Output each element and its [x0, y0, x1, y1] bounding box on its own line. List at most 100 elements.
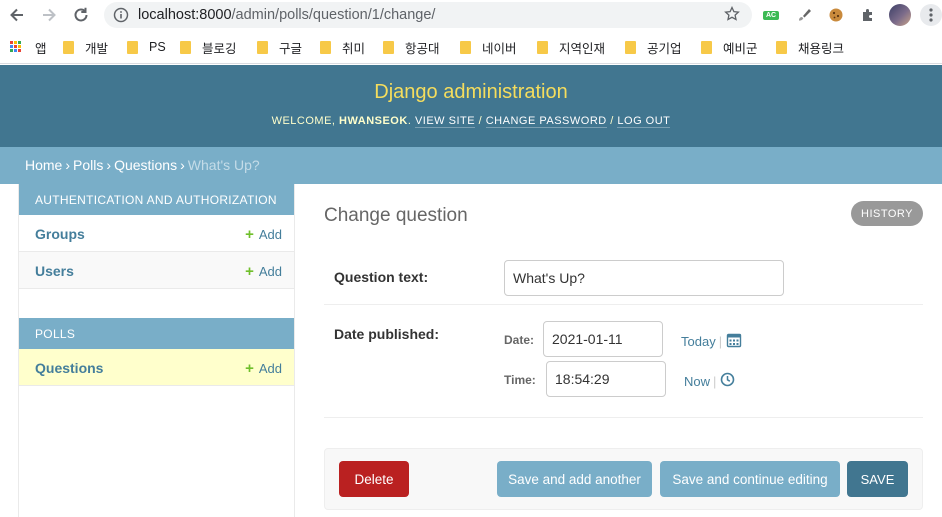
back-arrow-icon[interactable] — [6, 4, 28, 26]
breadcrumb-polls[interactable]: Polls — [73, 157, 103, 173]
add-user-link[interactable]: + Add — [245, 264, 282, 279]
save-button[interactable]: SAVE — [847, 461, 908, 497]
bookmark-label: 앱 — [35, 41, 47, 56]
bookmarks-bar: 앱 개발 PS 블로깅 구글 취미 항공대 네이버 지역인재 공기업 예비군 채… — [0, 30, 942, 64]
bookmark-folder[interactable]: 지역인재 — [537, 38, 605, 56]
form-row-date-published: Date published: Date: 2021-01-11 Today | … — [324, 305, 923, 418]
folder-icon — [63, 40, 74, 54]
separator: . — [407, 115, 415, 127]
plus-icon: + — [245, 360, 254, 377]
add-label: Add — [258, 227, 282, 242]
bookmark-label: 블로깅 — [202, 41, 237, 56]
change-password-link[interactable]: Change password — [485, 115, 607, 128]
address-bar[interactable]: localhost:8000/admin/polls/question/1/ch… — [104, 2, 752, 28]
groups-link[interactable]: Groups — [35, 226, 85, 242]
breadcrumb: Home › Polls › Questions › What's Up? — [0, 147, 942, 184]
bookmark-folder[interactable]: 네이버 — [460, 38, 517, 56]
submit-row: Delete Save and add another Save and con… — [324, 448, 923, 510]
sidebar-item-users: Users + Add — [19, 252, 294, 289]
folder-icon — [776, 40, 787, 54]
time-shortcuts: Now | — [684, 372, 735, 390]
url-text: localhost:8000/admin/polls/question/1/ch… — [138, 7, 435, 23]
folder-icon — [257, 40, 268, 54]
date-input[interactable]: 2021-01-11 — [543, 321, 663, 357]
save-and-add-another-button[interactable]: Save and add another — [497, 461, 652, 497]
browser-toolbar: localhost:8000/admin/polls/question/1/ch… — [0, 0, 942, 30]
delete-button[interactable]: Delete — [339, 461, 409, 497]
bookmark-folder[interactable]: 구글 — [257, 38, 302, 56]
bookmark-apps[interactable]: 앱 — [10, 38, 47, 56]
bookmark-folder[interactable]: PS — [127, 38, 166, 56]
folder-icon — [701, 40, 712, 54]
apps-grid-icon — [10, 41, 22, 53]
users-link[interactable]: Users — [35, 263, 74, 279]
extension-ac-icon[interactable]: AC — [760, 4, 782, 26]
bookmark-label: 예비군 — [723, 41, 758, 56]
bookmark-folder[interactable]: 공기업 — [625, 38, 682, 56]
folder-icon — [127, 40, 138, 54]
page-title: Change question — [324, 205, 468, 226]
time-label: Time: — [504, 373, 536, 387]
bookmark-star-icon[interactable] — [724, 5, 740, 27]
bookmark-folder[interactable]: 예비군 — [701, 38, 758, 56]
bookmark-label: 개발 — [85, 41, 109, 56]
clock-icon[interactable] — [720, 372, 735, 390]
module-spacer — [19, 289, 294, 318]
calendar-icon[interactable] — [726, 332, 742, 351]
question-text-input[interactable]: What's Up? — [504, 260, 784, 296]
bookmark-label: 네이버 — [482, 41, 517, 56]
bookmark-label: 구글 — [279, 41, 303, 56]
today-link[interactable]: Today — [681, 334, 716, 349]
profile-avatar[interactable] — [889, 4, 911, 26]
module-caption-auth[interactable]: AUTHENTICATION AND AUTHORIZATION — [19, 184, 294, 215]
question-text-label: Question text: — [334, 269, 429, 285]
view-site-link[interactable]: View site — [414, 115, 476, 128]
separator: / — [606, 115, 618, 127]
questions-link[interactable]: Questions — [35, 360, 103, 376]
form-row-question-text: Question text: What's Up? — [324, 245, 923, 305]
bookmark-label: 공기업 — [647, 41, 682, 56]
bookmark-label: 지역인재 — [559, 41, 606, 56]
bookmark-label: 채용링크 — [798, 41, 845, 56]
history-button[interactable]: HISTORY — [851, 201, 923, 226]
bookmark-folder[interactable]: 취미 — [320, 38, 365, 56]
url-host: localhost:8000 — [138, 7, 232, 23]
breadcrumb-home[interactable]: Home — [25, 157, 62, 173]
bookmark-folder[interactable]: 채용링크 — [776, 38, 844, 56]
add-group-link[interactable]: + Add — [245, 227, 282, 242]
folder-icon — [537, 40, 548, 54]
sidebar-item-groups: Groups + Add — [19, 215, 294, 252]
add-question-link[interactable]: + Add — [245, 361, 282, 376]
plus-icon: + — [245, 263, 254, 280]
folder-icon — [180, 40, 191, 54]
bookmark-folder[interactable]: 블로깅 — [180, 38, 237, 56]
extension-cookie-icon[interactable] — [825, 4, 847, 26]
folder-icon — [460, 40, 471, 54]
add-label: Add — [258, 361, 282, 376]
bookmark-label: 항공대 — [405, 41, 440, 56]
site-info-icon[interactable] — [113, 7, 129, 28]
reload-icon[interactable] — [70, 4, 92, 26]
bookmark-label: PS — [149, 40, 166, 54]
bookmark-folder[interactable]: 개발 — [63, 38, 108, 56]
admin-header: Django administration Welcome, hwanseok.… — [0, 65, 942, 147]
site-brand[interactable]: Django administration — [0, 81, 942, 104]
extensions-puzzle-icon[interactable] — [857, 4, 879, 26]
bookmark-label: 취미 — [342, 41, 366, 56]
nav-sidebar: AUTHENTICATION AND AUTHORIZATION Groups … — [18, 184, 295, 517]
save-and-continue-button[interactable]: Save and continue editing — [660, 461, 840, 497]
forward-arrow-icon[interactable] — [38, 4, 60, 26]
now-link[interactable]: Now — [684, 374, 710, 389]
log-out-link[interactable]: Log out — [617, 115, 671, 128]
breadcrumb-separator: › — [180, 157, 185, 173]
bookmark-folder[interactable]: 항공대 — [383, 38, 440, 56]
browser-menu-icon[interactable] — [920, 4, 942, 26]
folder-icon — [625, 40, 636, 54]
url-path: /admin/polls/question/1/change/ — [231, 7, 436, 23]
separator: | — [713, 373, 717, 389]
module-caption-polls[interactable]: POLLS — [19, 318, 294, 349]
breadcrumb-questions[interactable]: Questions — [114, 157, 177, 173]
extension-brush-icon[interactable] — [793, 4, 815, 26]
add-label: Add — [258, 264, 282, 279]
time-input[interactable]: 18:54:29 — [546, 361, 666, 397]
